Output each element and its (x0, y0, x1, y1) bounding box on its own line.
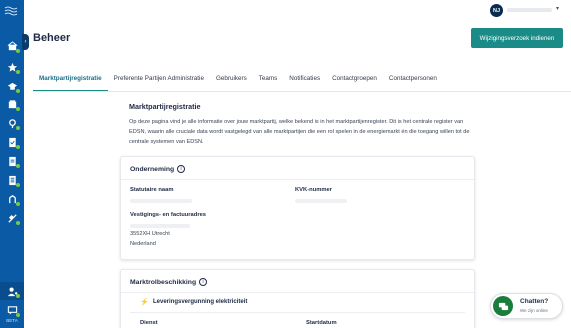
kvk-value (295, 199, 347, 203)
sidebar-item-documents[interactable] (6, 155, 20, 168)
tab-marktpartijregistratie[interactable]: Marktpartijregistratie (33, 72, 108, 91)
marktrol-title: Marktrolbeschikking (130, 279, 197, 286)
col-startdatum: Startdatum (306, 320, 337, 326)
chat-bubble-icon (493, 296, 513, 316)
onderneming-title: Onderneming (130, 166, 175, 173)
sidebar-item-favorites[interactable] (6, 61, 20, 74)
card-divider (121, 292, 474, 293)
kvk-label: KVK-nummer (295, 187, 333, 193)
chat-title: Chatten? (520, 298, 549, 305)
intro-text: Op deze pagina vind je alle informatie o… (129, 119, 470, 145)
section-title: Marktpartijregistratie (129, 102, 201, 111)
tab-contactgroepen[interactable]: Contactgroepen (326, 72, 383, 91)
statutaire-naam-label: Statutaire naam (130, 187, 174, 193)
sidebar-item-learning[interactable] (6, 80, 20, 93)
sidebar-item-locations[interactable] (6, 117, 20, 130)
chat-subtitle: We zijn online (520, 308, 548, 313)
sidebar-item-products[interactable] (6, 98, 20, 111)
submit-change-request-button[interactable]: Wijzigingsverzoek indienen (471, 28, 563, 48)
tab-preferente-partijen[interactable]: Preferente Partijen Administratie (108, 72, 210, 91)
address-line3: Nederland (130, 241, 156, 247)
sidebar-item-documents-check[interactable] (6, 136, 20, 149)
col-dienst: Dienst (140, 320, 158, 326)
chevron-down-icon[interactable]: ▾ (556, 5, 559, 12)
address-line2: 3552XH Utrecht (130, 231, 170, 237)
card-divider (121, 179, 474, 180)
statutaire-naam-value (130, 199, 192, 203)
tab-notificaties[interactable]: Notificaties (283, 72, 326, 91)
chat-widget[interactable]: Chatten? We zijn online (490, 293, 563, 319)
sidebar-item-home[interactable] (6, 40, 20, 53)
info-icon[interactable]: i (199, 278, 207, 286)
beta-label: BETA (6, 318, 18, 323)
sub-divider (130, 312, 465, 313)
tab-gebruikers[interactable]: Gebruikers (210, 72, 253, 91)
logo-mark-icon (4, 6, 18, 16)
sidebar-collapse-handle[interactable]: ‹ (22, 34, 29, 50)
tabs-divider (33, 91, 571, 92)
tab-contactpersonen[interactable]: Contactpersonen (383, 72, 443, 91)
avatar[interactable]: NJ (490, 4, 503, 17)
sidebar: ‹ BETA (0, 0, 29, 328)
page-title: Beheer (33, 32, 71, 44)
user-name-redacted[interactable] (507, 8, 552, 12)
sidebar-item-connections[interactable] (6, 212, 20, 225)
address-line1-value (130, 224, 190, 228)
info-icon[interactable]: i (177, 165, 185, 173)
sidebar-item-reports[interactable] (6, 174, 20, 187)
lightning-icon: ⚡ (140, 299, 149, 306)
marktrol-card: Marktrolbeschikking i ⚡ Leveringsvergunn… (120, 269, 475, 328)
onderneming-card: Onderneming i Statutaire naam KVK-nummer… (120, 156, 475, 260)
sidebar-item-network[interactable] (6, 193, 20, 206)
sidebar-item-messages[interactable] (6, 304, 20, 317)
tab-teams[interactable]: Teams (253, 72, 284, 91)
app-logo[interactable] (3, 5, 21, 19)
tab-bar: Marktpartijregistratie Preferente Partij… (33, 72, 443, 91)
adres-label: Vestigings- en factuuradres (130, 212, 207, 218)
sidebar-item-beheer[interactable] (6, 285, 20, 298)
vergunning-title: Leveringsvergunning elektriciteit (153, 299, 248, 305)
